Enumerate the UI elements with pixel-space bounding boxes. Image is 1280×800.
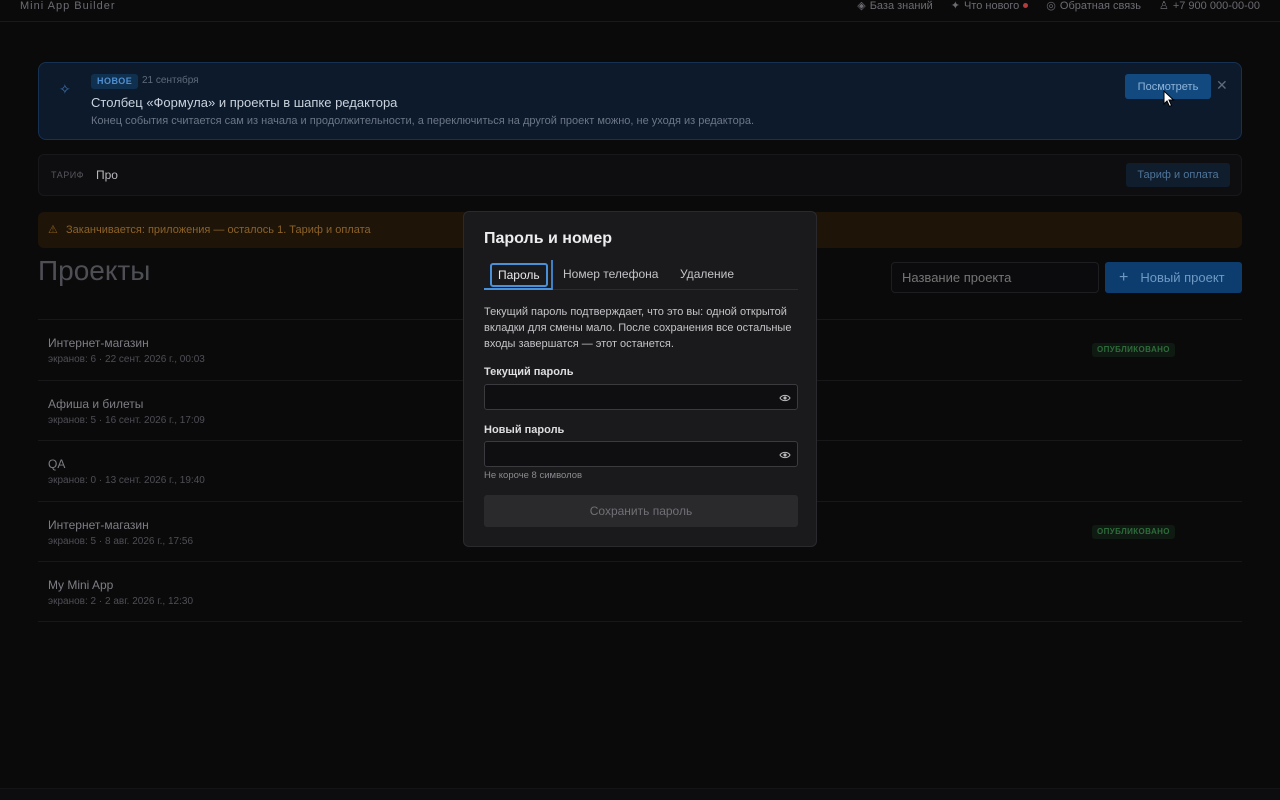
close-icon[interactable]: ✕	[1216, 77, 1228, 94]
project-name: Интернет-магазин	[48, 517, 149, 532]
project-name: QA	[48, 457, 66, 471]
project-search-input[interactable]	[891, 262, 1099, 293]
tariff-panel: ТАРИФ Про Тариф и оплата	[38, 154, 1242, 196]
sparkle-icon: ✦	[950, 0, 960, 12]
project-name: My Mini App	[48, 578, 114, 592]
published-badge: ОПУБЛИКОВАНО	[1092, 524, 1175, 539]
new-password-label: Новый пароль	[484, 424, 565, 436]
project-meta: экранов: 6 · 22 сент. 2026 г., 00:03	[48, 354, 205, 365]
eye-icon[interactable]	[779, 391, 791, 409]
project-meta: экранов: 2 · 2 авг. 2026 г., 12:30	[48, 596, 194, 607]
tariff-label: ТАРИФ	[51, 170, 85, 180]
news-description: Конец события считается сам из начала и …	[91, 115, 755, 127]
modal-title: Пароль и номер	[484, 230, 613, 247]
news-banner: ✧ НОВОЕ 21 сентября Столбец «Формула» и …	[38, 62, 1242, 140]
chat-icon: ◎	[1046, 0, 1056, 12]
current-password-label: Текущий пароль	[484, 366, 574, 378]
project-meta: экранов: 5 · 8 авг. 2026 г., 17:56	[48, 535, 194, 547]
password-hint: Не короче 8 символов	[484, 470, 583, 481]
new-badge: НОВОЕ	[91, 74, 139, 89]
project-row[interactable]: My Mini App экранов: 2 · 2 авг. 2026 г.,…	[38, 561, 1242, 622]
top-bar: Mini App Builder ◈ База знаний ✦ Что новог…	[0, 0, 1280, 22]
warning-icon: ⚠	[48, 224, 58, 236]
new-password-field[interactable]	[484, 441, 798, 467]
whats-new-link[interactable]: ✦ Что нового	[951, 0, 1029, 12]
knowledge-base-link[interactable]: ◈ База знаний	[857, 0, 933, 12]
plus-icon: +	[1119, 268, 1129, 286]
bottom-edge	[0, 788, 1280, 800]
published-badge: ОПУБЛИКОВАНО	[1092, 343, 1175, 357]
new-project-label: Новый проект	[1140, 270, 1225, 285]
feedback-link[interactable]: ◎ Обратная связь	[1046, 0, 1141, 12]
save-password-button[interactable]: Сохранить пароль	[484, 495, 798, 527]
tab-phone[interactable]: Номер телефона	[563, 267, 658, 281]
modal-tabs: Пароль Номер телефона Удаление	[484, 260, 798, 290]
warning-text[interactable]: Заканчивается: приложения — осталось 1. …	[66, 224, 371, 236]
project-meta: экранов: 5 · 16 сент. 2026 г., 17:09	[48, 414, 205, 426]
app-brand[interactable]: Mini App Builder	[20, 0, 116, 12]
account-link[interactable]: ♙ +7 900 000-00-00	[1159, 0, 1260, 12]
page-title: Проекты	[38, 255, 151, 286]
tab-divider	[551, 260, 553, 290]
sparkle-icon: ✧	[59, 81, 71, 97]
tab-delete[interactable]: Удаление	[680, 267, 734, 281]
project-name: Интернет-магазин	[48, 336, 149, 350]
current-password-field[interactable]	[484, 384, 798, 410]
news-date: 21 сентября	[142, 75, 199, 86]
top-links: ◈ База знаний ✦ Что нового ◎ Обратная связь…	[857, 0, 1260, 12]
tariff-value: Про	[96, 168, 118, 182]
project-name: Афиша и билеты	[48, 396, 144, 411]
eye-icon[interactable]	[779, 448, 791, 466]
tab-password[interactable]: Пароль	[490, 263, 548, 287]
modal-description: Текущий пароль подтверждает, что это вы:…	[484, 306, 792, 350]
tariff-payment-button[interactable]: Тариф и оплата	[1126, 163, 1230, 187]
password-modal: Пароль и номер Пароль Номер телефона Уда…	[463, 211, 817, 547]
news-title: Столбец «Формула» и проекты в шапке реда…	[91, 95, 398, 110]
book-icon: ◈	[857, 0, 866, 12]
notification-dot	[1023, 3, 1029, 8]
active-tab-indicator	[484, 288, 552, 290]
new-project-button[interactable]: + Новый проект	[1105, 262, 1242, 293]
project-meta: экранов: 0 · 13 сент. 2026 г., 19:40	[48, 475, 205, 486]
user-icon: ♙	[1158, 0, 1169, 12]
